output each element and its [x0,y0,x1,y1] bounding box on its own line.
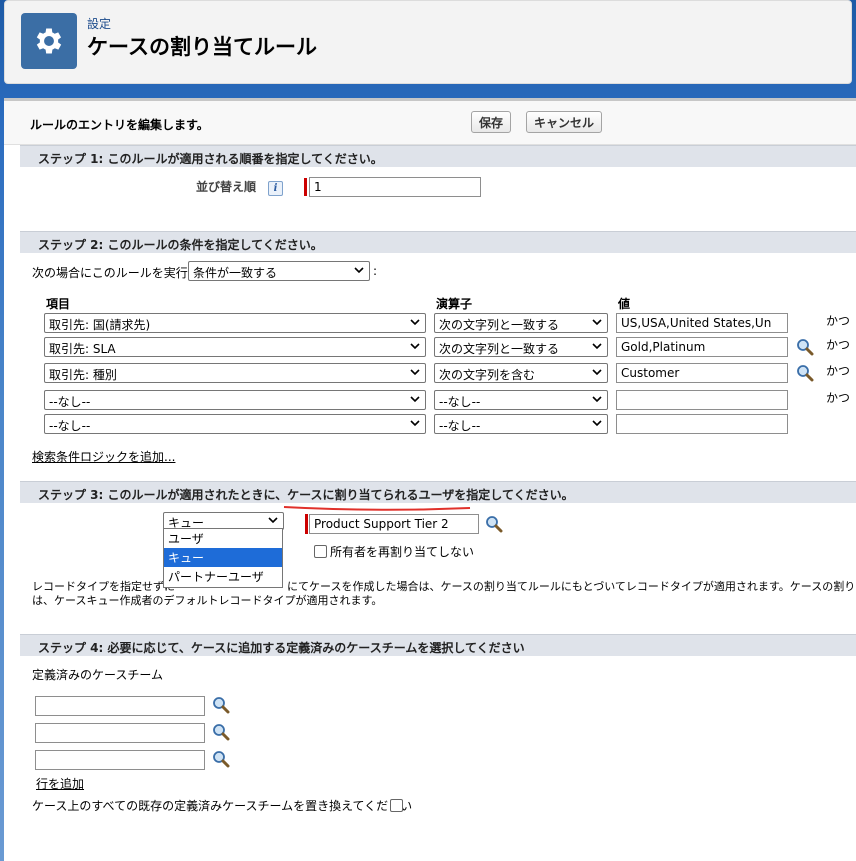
save-button[interactable]: 保存 [471,111,512,133]
case-team-input[interactable] [35,750,205,770]
and-label: かつ [826,314,851,328]
option-user[interactable]: ユーザ [164,529,282,548]
col-header-operator: 演算子 [436,297,473,311]
step4-header: ステップ 4: 必要に応じて、ケースに追加する定義済みのケースチームを選択してく… [20,634,856,656]
case-team-input[interactable] [35,723,205,743]
criteria-field-select[interactable]: 取引先: 種別 [44,363,426,383]
chevron-down-icon [410,396,420,403]
lookup-icon[interactable] [212,696,230,714]
criteria-operator-select[interactable]: 次の文字列と一致する [434,313,608,333]
lookup-icon[interactable] [212,723,230,741]
page-header: 設定 ケースの割り当てルール [4,0,852,84]
criteria-operator-select[interactable]: 次の文字列と一致する [434,337,608,357]
option-partner-user[interactable]: パートナーユーザ [164,567,282,586]
chevron-down-icon [410,319,420,326]
rule-entry-title: ルールのエントリを編集します。 [30,118,209,132]
lookup-icon[interactable] [485,515,503,533]
rule-entry-toolbar: ルールのエントリを編集します。 保存 キャンセル [4,101,856,145]
criteria-field-select[interactable]: 取引先: SLA [44,337,426,357]
chevron-down-icon [592,319,602,326]
replace-teams-label: ケース上のすべての既存の定義済みケースチームを置き換えてください [32,799,413,813]
run-condition-label: 次の場合にこのルールを実行: [32,266,192,280]
criteria-field-select[interactable]: --なし-- [44,390,426,410]
no-reassign-label: 所有者を再割り当てしない [330,545,475,559]
chevron-down-icon [410,369,420,376]
required-indicator [305,514,308,534]
edit-rule-panel: ルールのエントリを編集します。 保存 キャンセル ステップ 1: このルールが適… [4,98,856,861]
criteria-value-input[interactable]: US,USA,United States,Un [616,313,788,333]
chevron-down-icon [592,369,602,376]
gear-icon [21,13,77,69]
lookup-icon[interactable] [796,338,814,356]
lookup-icon[interactable] [796,364,814,382]
assignee-type-options: ユーザ キュー パートナーユーザ [163,528,283,588]
annotation-underline [283,506,471,511]
criteria-operator-select[interactable]: --なし-- [434,390,608,410]
record-type-note-line2: は、ケースキュー作成者のデフォルトレコードタイプが適用されます。 [32,594,383,607]
and-label: かつ [826,364,851,378]
option-queue[interactable]: キュー [164,548,282,567]
cancel-button[interactable]: キャンセル [526,111,603,133]
chevron-down-icon [410,420,420,427]
assignee-input[interactable]: Product Support Tier 2 [309,514,479,534]
criteria-operator-select[interactable]: 次の文字列を含む [434,363,608,383]
and-label: かつ [826,338,851,352]
chevron-down-icon [410,343,420,350]
case-team-input[interactable] [35,696,205,716]
chevron-down-icon [592,420,602,427]
criteria-value-input[interactable]: Gold,Platinum [616,337,788,357]
info-icon[interactable]: i [268,181,283,196]
required-indicator [304,178,307,196]
chevron-down-icon [268,517,278,524]
case-team-label: 定義済みのケースチーム [32,668,164,682]
criteria-value-input[interactable] [616,414,788,434]
breadcrumb[interactable]: 設定 [87,15,111,32]
run-condition-suffix: : [373,264,378,278]
chevron-down-icon [354,267,364,274]
chevron-down-icon [592,396,602,403]
criteria-value-input[interactable]: Customer [616,363,788,383]
col-header-value: 値 [618,297,631,311]
criteria-field-select[interactable]: --なし-- [44,414,426,434]
criteria-operator-select[interactable]: --なし-- [434,414,608,434]
add-filter-logic-link[interactable]: 検索条件ロジックを追加... [32,448,175,465]
run-condition-select[interactable]: 条件が一致する [188,261,370,281]
sort-order-input[interactable]: 1 [309,177,481,197]
and-label: かつ [826,391,851,405]
step3-header: ステップ 3: このルールが適用されたときに、ケースに割り当てられるユーザを指定… [20,481,856,503]
replace-teams-checkbox[interactable] [390,799,403,812]
lookup-icon[interactable] [212,750,230,768]
step2-header: ステップ 2: このルールの条件を指定してください。 [20,231,856,253]
criteria-value-input[interactable] [616,390,788,410]
page-title: ケースの割り当てルール [87,35,317,59]
col-header-field: 項目 [46,297,71,311]
add-row-link[interactable]: 行を追加 [36,775,84,792]
criteria-field-select[interactable]: 取引先: 国(請求先) [44,313,426,333]
sort-order-label: 並び替え順 [196,180,257,194]
step1-header: ステップ 1: このルールが適用される順番を指定してください。 [20,145,856,167]
chevron-down-icon [592,343,602,350]
no-reassign-checkbox[interactable] [314,545,327,558]
